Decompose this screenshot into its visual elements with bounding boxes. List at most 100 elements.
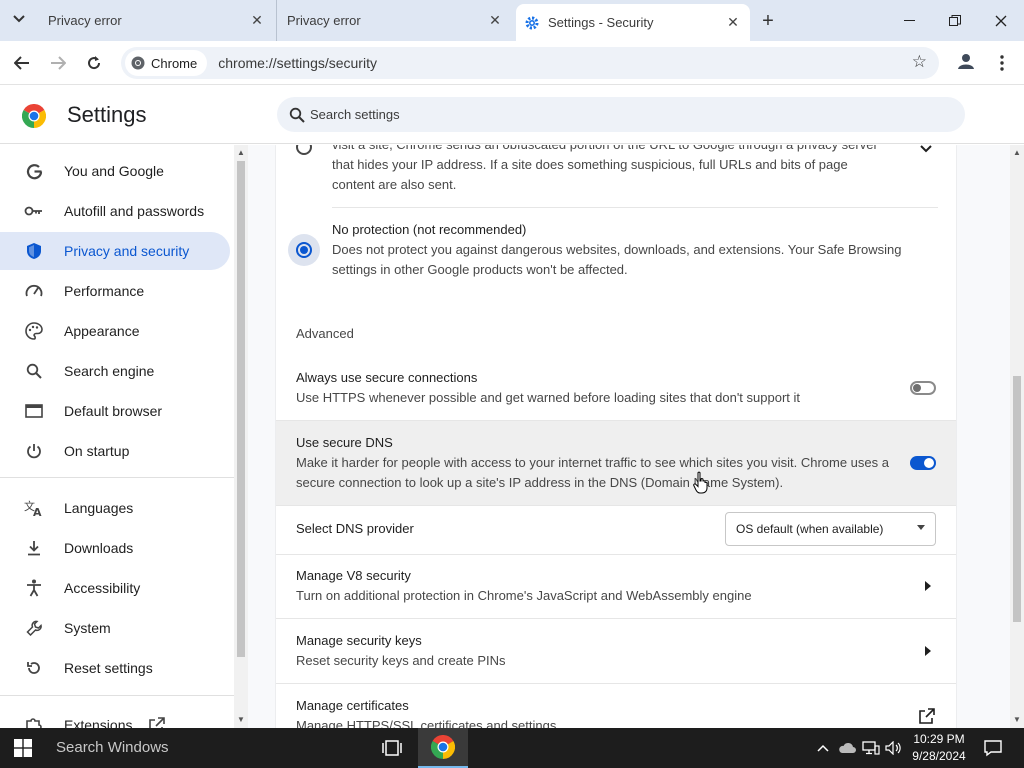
restore-icon[interactable]	[932, 0, 978, 41]
address-bar[interactable]: Chrome chrome://settings/security ☆	[121, 47, 939, 79]
sidebar-item-languages[interactable]: 文A Languages	[0, 489, 230, 527]
standard-protection-desc-line2: that hides your IP address. If a site do…	[332, 157, 848, 172]
sidebar-item-search-engine[interactable]: Search engine	[0, 352, 230, 390]
no-protection-desc-line1: Does not protect you against dangerous w…	[332, 242, 902, 257]
reload-icon[interactable]	[80, 49, 108, 77]
dns-title: Use secure DNS	[296, 435, 393, 450]
hand-cursor-icon	[693, 471, 708, 494]
minimize-icon[interactable]	[886, 0, 932, 41]
sidebar-item-label: Search engine	[64, 363, 155, 379]
dns-provider-label: Select DNS provider	[296, 521, 414, 536]
taskbar-search-input[interactable]: Search Windows	[56, 739, 169, 756]
security-card: visit a site, Chrome sends an obfuscated…	[276, 145, 956, 728]
new-tab-plus-icon[interactable]: +	[757, 10, 779, 32]
tab-privacy-error-2[interactable]: Privacy error ✕	[276, 0, 512, 41]
scroll-up-arrow-icon[interactable]: ▲	[1013, 148, 1021, 157]
settings-search-input[interactable]: Search settings	[277, 97, 965, 132]
accessibility-icon	[24, 578, 44, 598]
sidebar-item-extensions[interactable]: Extensions	[0, 706, 230, 728]
dns-desc-line1: Make it harder for people with access to…	[296, 455, 889, 470]
certificates-title[interactable]: Manage certificates	[296, 696, 409, 716]
toggle-knob	[913, 384, 921, 392]
arrow-right-icon[interactable]	[925, 646, 931, 656]
no-protection-radio[interactable]	[296, 242, 312, 258]
option-divider	[332, 207, 938, 208]
main-scrollbar[interactable]: ▲ ▼	[1010, 145, 1024, 728]
close-icon[interactable]: ✕	[486, 12, 504, 30]
sidebar-item-downloads[interactable]: Downloads	[0, 529, 230, 567]
tray-chevron-up-icon[interactable]	[813, 738, 833, 758]
scroll-up-arrow-icon[interactable]: ▲	[237, 148, 245, 157]
profile-avatar-icon[interactable]	[954, 49, 978, 73]
standard-protection-radio[interactable]	[296, 145, 312, 155]
security-keys-desc: Reset security keys and create PINs	[296, 653, 506, 668]
sidebar-item-system[interactable]: System	[0, 609, 230, 647]
sidebar-item-on-startup[interactable]: On startup	[0, 432, 230, 470]
security-keys-title[interactable]: Manage security keys	[296, 631, 422, 651]
toggle-knob	[924, 458, 934, 468]
key-icon	[24, 201, 44, 221]
back-arrow-icon[interactable]	[8, 49, 36, 77]
dns-provider-select[interactable]: OS default (when available)	[725, 512, 936, 546]
sidebar-item-autofill[interactable]: Autofill and passwords	[0, 192, 230, 230]
browser-toolbar: Chrome chrome://settings/security ☆	[0, 41, 1024, 85]
sidebar-item-accessibility[interactable]: Accessibility	[0, 569, 230, 607]
google-g-icon	[24, 161, 44, 181]
scroll-down-arrow-icon[interactable]: ▼	[237, 715, 245, 724]
scrollbar-thumb[interactable]	[237, 161, 245, 657]
task-view-icon[interactable]	[381, 738, 403, 758]
palette-icon	[24, 321, 44, 341]
volume-icon[interactable]	[884, 738, 904, 758]
browser-window-icon	[24, 401, 44, 421]
wrench-icon	[24, 618, 44, 638]
sidebar-item-label: Default browser	[64, 403, 163, 419]
site-chip-label: Chrome	[151, 55, 198, 71]
https-title: Always use secure connections	[296, 370, 478, 385]
sidebar-item-reset-settings[interactable]: Reset settings	[0, 649, 230, 687]
sidebar-item-performance[interactable]: Performance	[0, 272, 230, 310]
tab-title: Privacy error	[287, 13, 361, 28]
sidebar-item-default-browser[interactable]: Default browser	[0, 392, 230, 430]
sidebar-item-label: Autofill and passwords	[64, 203, 205, 219]
v8-title[interactable]: Manage V8 security	[296, 566, 411, 586]
notification-center-icon[interactable]	[983, 738, 1003, 758]
chevron-down-icon[interactable]	[919, 145, 933, 155]
sidebar-item-label: System	[64, 620, 111, 636]
close-icon[interactable]: ✕	[248, 12, 266, 30]
sidebar-item-you-and-google[interactable]: You and Google	[0, 152, 230, 190]
sidebar-divider	[0, 695, 234, 696]
settings-header: Settings Search settings	[0, 86, 1024, 144]
bookmark-star-icon[interactable]: ☆	[912, 52, 927, 72]
forward-arrow-icon[interactable]	[44, 49, 72, 77]
settings-main: visit a site, Chrome sends an obfuscated…	[248, 145, 1010, 728]
scroll-down-arrow-icon[interactable]: ▼	[1013, 715, 1021, 724]
sidebar-item-privacy-and-security[interactable]: Privacy and security	[0, 232, 230, 270]
sidebar-divider	[0, 477, 234, 478]
sidebar-item-label: Accessibility	[64, 580, 141, 596]
tab-title: Privacy error	[48, 13, 122, 28]
close-window-icon[interactable]	[978, 0, 1024, 41]
standard-protection-desc-line1: visit a site, Chrome sends an obfuscated…	[332, 145, 878, 155]
dns-toggle[interactable]	[910, 456, 936, 470]
windows-start-icon[interactable]	[14, 739, 32, 757]
onedrive-cloud-icon[interactable]	[837, 738, 857, 758]
more-menu-icon[interactable]	[992, 49, 1012, 77]
tab-search-chevron-icon[interactable]	[8, 8, 30, 30]
tab-privacy-error-1[interactable]: Privacy error ✕	[38, 0, 274, 41]
taskbar-clock[interactable]: 10:29 PM 9/28/2024	[905, 731, 973, 765]
arrow-right-icon[interactable]	[925, 581, 931, 591]
https-toggle[interactable]	[910, 381, 936, 395]
sidebar-item-label: Downloads	[64, 540, 134, 556]
close-icon[interactable]: ✕	[724, 14, 742, 32]
sidebar-scrollbar[interactable]: ▲ ▼	[234, 145, 248, 728]
dns-provider-value: OS default (when available)	[736, 522, 884, 536]
tab-settings-security[interactable]: Settings - Security ✕	[516, 4, 750, 41]
url-text[interactable]: chrome://settings/security	[218, 55, 377, 71]
open-in-new-icon[interactable]	[919, 708, 935, 724]
scrollbar-thumb[interactable]	[1013, 376, 1021, 622]
taskbar-chrome-button[interactable]	[418, 728, 468, 768]
site-info-chip[interactable]: Chrome	[125, 50, 208, 76]
network-icon[interactable]	[861, 738, 881, 758]
download-icon	[24, 538, 44, 558]
sidebar-item-appearance[interactable]: Appearance	[0, 312, 230, 350]
